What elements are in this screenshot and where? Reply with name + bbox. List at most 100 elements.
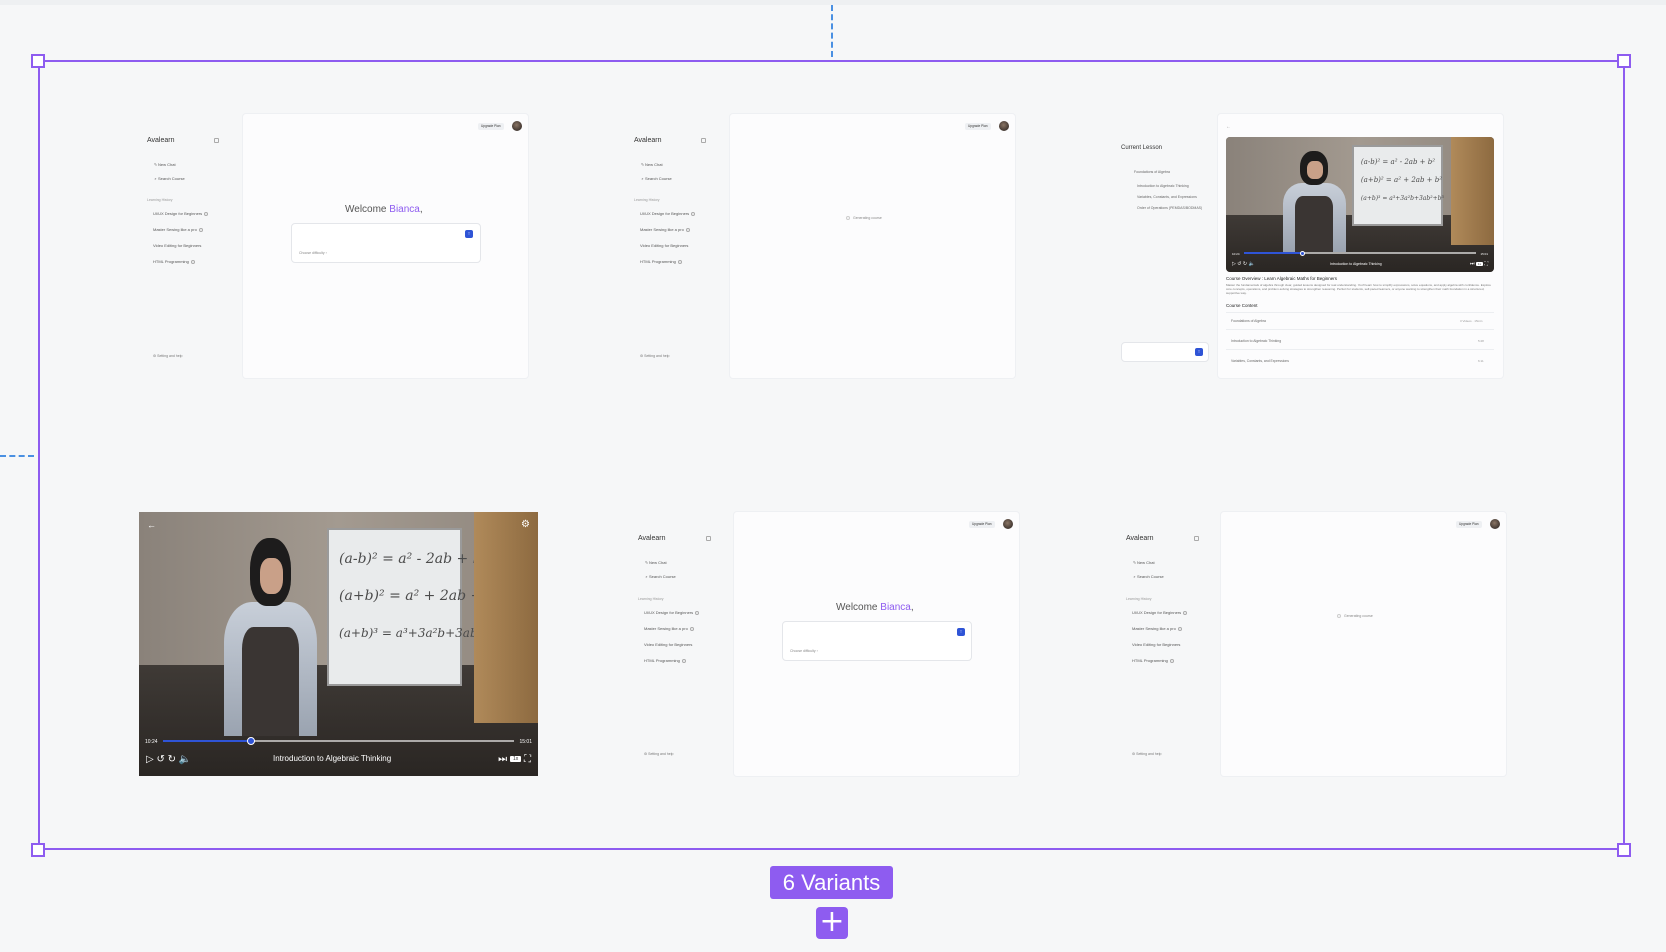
avatar[interactable]	[512, 121, 522, 131]
status-icon	[190, 259, 195, 264]
whiteboard: (a-b)² = a² - 2ab + b² (a+b)² = a² + 2ab…	[326, 527, 505, 687]
send-icon[interactable]: ↑	[465, 230, 473, 238]
search-course-button[interactable]: ⌕Search Course	[640, 176, 671, 181]
add-variant-button[interactable]: +	[816, 907, 848, 939]
search-course-button[interactable]: ⌕Search Course	[644, 574, 675, 579]
gear-icon[interactable]: ⚙	[521, 519, 530, 530]
total-time: 15:01	[519, 739, 532, 745]
history-item[interactable]: UI/UX Design for Beginners	[1132, 610, 1188, 615]
gear-icon: ⚙	[644, 752, 648, 756]
rewind-icon: ↺	[1237, 261, 1242, 267]
speed-badge: 1x	[1475, 262, 1484, 266]
sidebar-toggle-icon[interactable]	[1194, 536, 1199, 541]
content-row[interactable]: Introduction to Algebraic Thinking	[1231, 339, 1281, 343]
choose-difficulty-dropdown[interactable]: Choose difficulty ›	[299, 251, 327, 255]
outline-section[interactable]: Foundations of Algebra	[1134, 170, 1170, 174]
back-arrow-icon[interactable]: ←	[1226, 124, 1231, 130]
sidebar-toggle-icon[interactable]	[701, 138, 706, 143]
canvas-top-band	[0, 0, 1666, 5]
history-item[interactable]: Video Editing for Beginners	[1132, 642, 1180, 647]
brand-logo: Avalearn	[638, 535, 666, 542]
welcome-heading: Welcome Bianca,	[345, 204, 423, 215]
history-item[interactable]: Video Editing for Beginners	[644, 642, 692, 647]
current-time: 10:24	[1232, 252, 1240, 256]
new-chat-button[interactable]: ✎New Chat	[1132, 560, 1155, 565]
playback-controls[interactable]: ▷ ↺ ↻ 🔈	[146, 754, 191, 765]
lesson-video-player[interactable]: (a-b)² = a² - 2ab + b² (a+b)² = a² + 2ab…	[1226, 137, 1494, 272]
upgrade-plan-button[interactable]: Upgrade Plan	[478, 123, 504, 130]
next-icon: ⏭	[1470, 261, 1475, 267]
status-icon	[689, 626, 694, 631]
upgrade-plan-button[interactable]: Upgrade Plan	[965, 123, 991, 130]
send-icon[interactable]: ↑	[1195, 348, 1203, 356]
history-item[interactable]: Master Sewing like a pro	[153, 227, 203, 232]
avatar[interactable]	[999, 121, 1009, 131]
generating-status: Generating course	[846, 216, 882, 221]
avatar[interactable]	[1490, 519, 1500, 529]
outline-item[interactable]: Order of Operations (PEMDAS/BODMAS)	[1137, 206, 1202, 210]
new-chat-button[interactable]: ✎New Chat	[153, 162, 176, 167]
history-item[interactable]: HTML Programming	[644, 658, 686, 663]
history-item[interactable]: HTML Programming	[1132, 658, 1174, 663]
history-item[interactable]: Master Sewing like a pro	[1132, 626, 1182, 631]
spinner-icon	[1337, 614, 1341, 619]
upgrade-plan-button[interactable]: Upgrade Plan	[1456, 521, 1482, 528]
upgrade-plan-button[interactable]: Upgrade Plan	[969, 521, 995, 528]
status-icon	[681, 658, 686, 663]
play-icon: ▷	[1232, 261, 1236, 267]
content-row[interactable]: Foundations of Algebra	[1231, 319, 1266, 323]
sidebar-toggle-icon[interactable]	[214, 138, 219, 143]
settings-button[interactable]: ⚙ Setting and help	[1132, 752, 1161, 756]
learning-history-heading: Learning History	[638, 597, 664, 601]
fullscreen-icon: ⛶	[1484, 261, 1488, 267]
status-icon	[691, 211, 696, 216]
avatar[interactable]	[1003, 519, 1013, 529]
history-item[interactable]: Master Sewing like a pro	[644, 626, 694, 631]
content-row[interactable]: Variables, Constants, and Expressions	[1231, 359, 1289, 363]
history-item[interactable]: HTML Programming	[153, 259, 195, 264]
outline-item[interactable]: Introduction to Algebraic Thinking	[1137, 184, 1189, 188]
content-row-meta: 6:11	[1478, 359, 1484, 363]
search-course-button[interactable]: ⌕Search Course	[1132, 574, 1163, 579]
resize-handle-bottom-right[interactable]	[1617, 843, 1631, 857]
course-content-heading: Course Content	[1226, 303, 1258, 308]
history-item[interactable]: UI/UX Design for Beginners	[153, 211, 209, 216]
course-overview-title: Course Overview : Learn Algebraic Maths …	[1226, 276, 1338, 281]
rewind-icon: ↺	[156, 754, 165, 765]
send-icon[interactable]: ↑	[957, 628, 965, 636]
new-chat-button[interactable]: ✎New Chat	[640, 162, 663, 167]
choose-difficulty-dropdown[interactable]: Choose difficulty ›	[790, 649, 818, 653]
learning-history-heading: Learning History	[147, 198, 173, 202]
brand-logo: Avalearn	[147, 137, 175, 144]
history-item[interactable]: UI/UX Design for Beginners	[640, 211, 696, 216]
history-item[interactable]: Video Editing for Beginners	[153, 243, 201, 248]
sidebar-toggle-icon[interactable]	[706, 536, 711, 541]
resize-handle-bottom-left[interactable]	[31, 843, 45, 857]
history-item[interactable]: HTML Programming	[640, 259, 682, 264]
prompt-input[interactable]	[291, 223, 481, 263]
settings-button[interactable]: ⚙ Setting and help	[644, 752, 673, 756]
instructor	[1280, 150, 1350, 252]
status-icon	[1169, 658, 1174, 663]
settings-button[interactable]: ⚙ Setting and help	[153, 354, 182, 358]
back-arrow-icon[interactable]: ←	[147, 520, 156, 530]
resize-handle-top-left[interactable]	[31, 54, 45, 68]
history-item[interactable]: Master Sewing like a pro	[640, 227, 690, 232]
main-panel	[1221, 512, 1506, 776]
prompt-input[interactable]	[782, 621, 972, 661]
resize-handle-top-right[interactable]	[1617, 54, 1631, 68]
forward-icon: ↻	[1242, 261, 1248, 267]
volume-icon: 🔈	[1248, 261, 1255, 267]
new-chat-button[interactable]: ✎New Chat	[644, 560, 667, 565]
settings-button[interactable]: ⚙ Setting and help	[640, 354, 669, 358]
outline-item[interactable]: Variables, Constants, and Expressions	[1137, 195, 1197, 199]
video-title: Introduction to Algebraic Thinking	[273, 754, 392, 763]
generating-status: Generating course	[1337, 614, 1373, 619]
fullscreen-video-player[interactable]: (a-b)² = a² - 2ab + b² (a+b)² = a² + 2ab…	[139, 512, 538, 776]
search-course-button[interactable]: ⌕Search Course	[153, 176, 184, 181]
content-row-meta: 3 Videos · 15min	[1460, 319, 1483, 323]
video-title: Introduction to Algebraic Thinking	[1330, 262, 1382, 266]
spinner-icon	[846, 216, 850, 221]
history-item[interactable]: UI/UX Design for Beginners	[644, 610, 700, 615]
history-item[interactable]: Video Editing for Beginners	[640, 243, 688, 248]
